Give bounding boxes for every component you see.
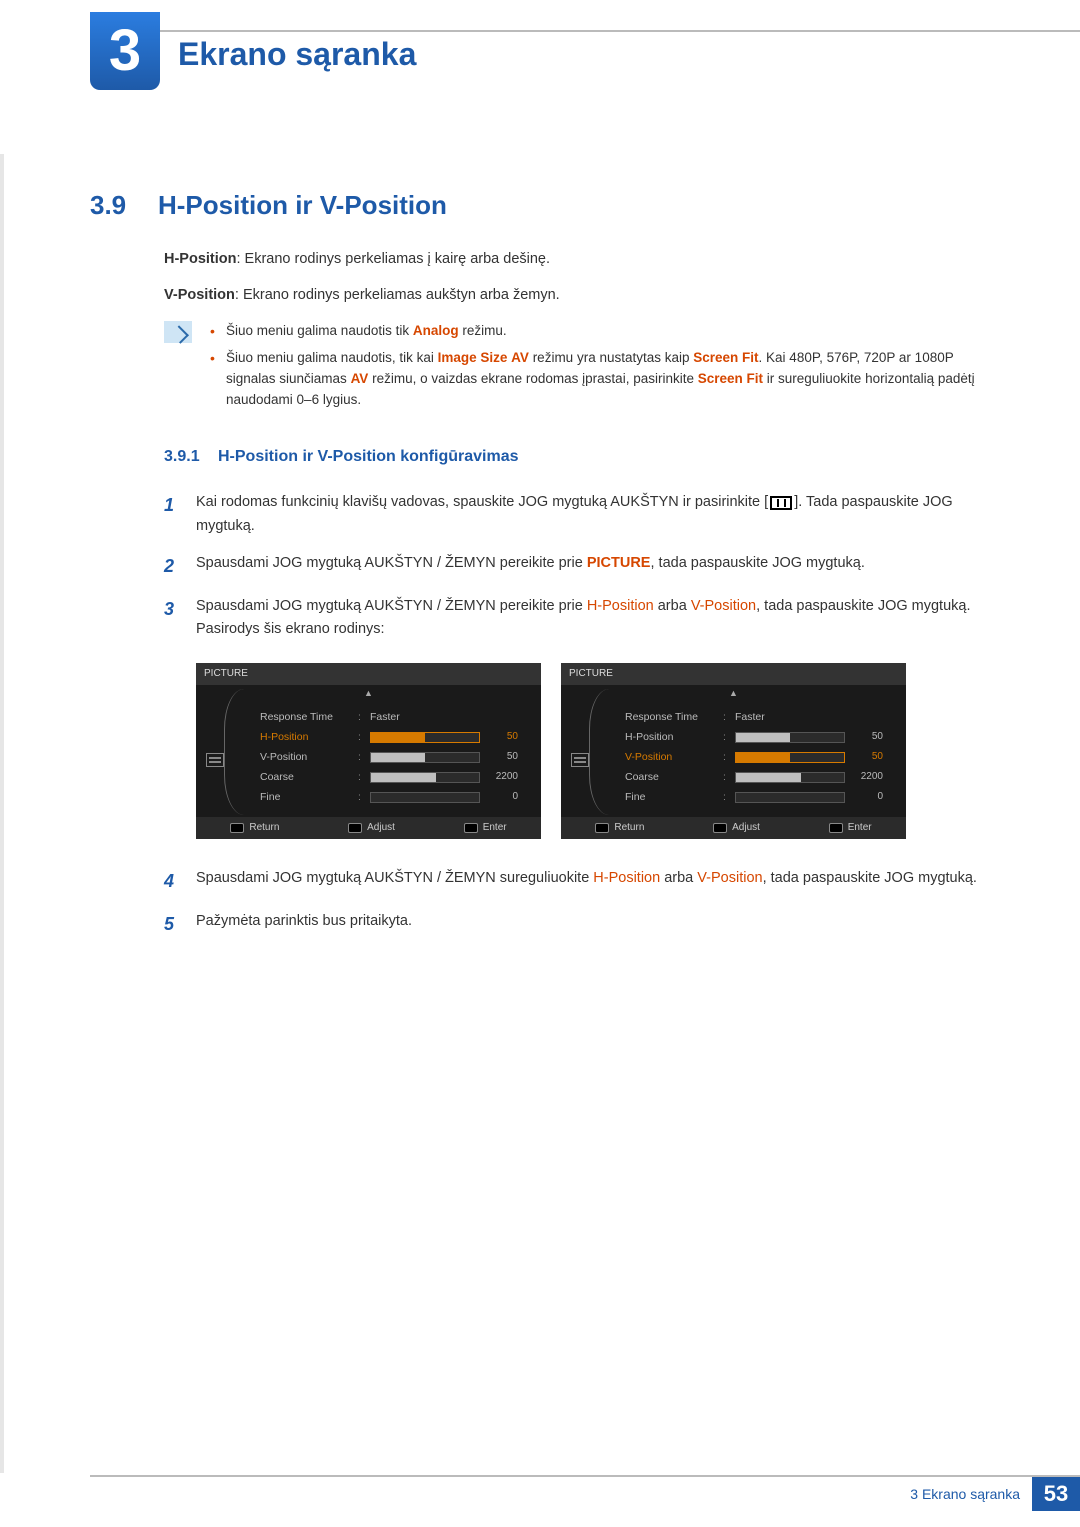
step-text: Pažymėta parinktis bus pritaikyta. [196,910,412,939]
osd-row: H-Position :50 [260,727,531,747]
hposition-label: H-Position [164,251,237,267]
return-icon [230,823,244,833]
note-block: Šiuo meniu galima naudotis tik Analog re… [164,321,1000,417]
subsection-title: H-Position ir V-Position konfigūravimas [218,448,518,465]
osd-row: Response Time :Faster [625,707,896,727]
note-list: Šiuo meniu galima naudotis tik Analog re… [210,321,1000,417]
osd-enter-hint: Enter [829,820,872,836]
osd-row-label: Response Time [625,709,717,726]
step-number: 4 [164,867,180,896]
osd-row: Coarse :2200 [625,767,896,787]
page-footer: 3 Ekrano sąranka 53 [90,1475,1080,1511]
vposition-description: V-Position: Ekrano rodinys perkeliamas a… [164,284,1000,306]
enter-icon [464,823,478,833]
chapter-number-badge: 3 [90,12,160,90]
hposition-description: H-Position: Ekrano rodinys perkeliamas į… [164,248,1000,270]
osd-up-arrow: ▲ [561,685,906,701]
osd-row: Fine :0 [625,787,896,807]
menu-icon [206,753,224,767]
section-number: 3.9 [90,190,158,221]
note-item: Šiuo meniu galima naudotis, tik kai Imag… [210,348,1000,411]
step-item: 1 Kai rodomas funkcinių klavišų vadovas,… [164,491,1000,537]
menu-icon [770,496,792,510]
vposition-label: V-Position [164,287,235,303]
osd-adjust-hint: Adjust [713,820,760,836]
step-number: 1 [164,491,180,537]
osd-row-label: Response Time [260,709,352,726]
left-margin-rule [0,154,4,1473]
osd-return-hint: Return [595,820,644,836]
step-number: 5 [164,910,180,939]
return-icon [595,823,609,833]
osd-row: V-Position :50 [625,747,896,767]
subsection-number: 3.9.1 [164,445,218,470]
osd-row-label: Coarse [260,769,352,786]
osd-adjust-hint: Adjust [348,820,395,836]
osd-panel-vposition: PICTURE ▲ Response Time :Faster H-Positi… [561,663,906,839]
step-text: Spausdami JOG mygtuką AUKŠTYN / ŽEMYN su… [196,867,977,896]
step-item: 2 Spausdami JOG mygtuką AUKŠTYN / ŽEMYN … [164,552,1000,581]
osd-row-label: H-Position [260,729,352,746]
osd-return-hint: Return [230,820,279,836]
osd-row-label: V-Position [625,749,717,766]
step-number: 2 [164,552,180,581]
menu-icon [571,753,589,767]
step-text: Kai rodomas funkcinių klavišų vadovas, s… [196,491,1000,537]
osd-panel-hposition: PICTURE ▲ Response Time :Faster H-Positi… [196,663,541,839]
osd-footer: Return Adjust Enter [561,817,906,839]
osd-row-label: V-Position [260,749,352,766]
step-text: Spausdami JOG mygtuką AUKŠTYN / ŽEMYN pe… [196,552,865,581]
note-icon [164,321,192,343]
osd-screenshot-pair: PICTURE ▲ Response Time :Faster H-Positi… [196,663,906,839]
osd-row-label: H-Position [625,729,717,746]
note-item: Šiuo meniu galima naudotis tik Analog re… [210,321,1000,342]
section-title: H-Position ir V-Position [158,190,447,220]
section-heading: 3.9H-Position ir V-Position [90,190,447,221]
step-item: 3 Spausdami JOG mygtuką AUKŠTYN / ŽEMYN … [164,595,1000,641]
top-rule [160,30,1080,32]
subsection-heading: 3.9.1H-Position ir V-Position konfigūrav… [164,445,1000,470]
chapter-title: Ekrano sąranka [178,36,416,73]
osd-row-label: Fine [260,789,352,806]
osd-row: H-Position :50 [625,727,896,747]
step-item: 4 Spausdami JOG mygtuką AUKŠTYN / ŽEMYN … [164,867,1000,896]
osd-title: PICTURE [196,663,541,685]
footer-chapter-ref: 3 Ekrano sąranka [910,1486,1032,1502]
step-number: 3 [164,595,180,641]
osd-row-label: Fine [625,789,717,806]
osd-up-arrow: ▲ [196,685,541,701]
osd-footer: Return Adjust Enter [196,817,541,839]
steps-list: 1 Kai rodomas funkcinių klavišų vadovas,… [164,491,1000,938]
osd-enter-hint: Enter [464,820,507,836]
adjust-icon [348,823,362,833]
enter-icon [829,823,843,833]
step-item: . PICTURE ▲ Response Time :Faster H-Posi… [164,655,1000,853]
step-text: Spausdami JOG mygtuką AUKŠTYN / ŽEMYN pe… [196,595,1000,641]
step-item: 5 Pažymėta parinktis bus pritaikyta. [164,910,1000,939]
osd-row: Response Time :Faster [260,707,531,727]
osd-row: Fine :0 [260,787,531,807]
osd-row: Coarse :2200 [260,767,531,787]
adjust-icon [713,823,727,833]
osd-row-label: Coarse [625,769,717,786]
footer-page-number: 53 [1032,1477,1080,1511]
osd-row: V-Position :50 [260,747,531,767]
osd-title: PICTURE [561,663,906,685]
